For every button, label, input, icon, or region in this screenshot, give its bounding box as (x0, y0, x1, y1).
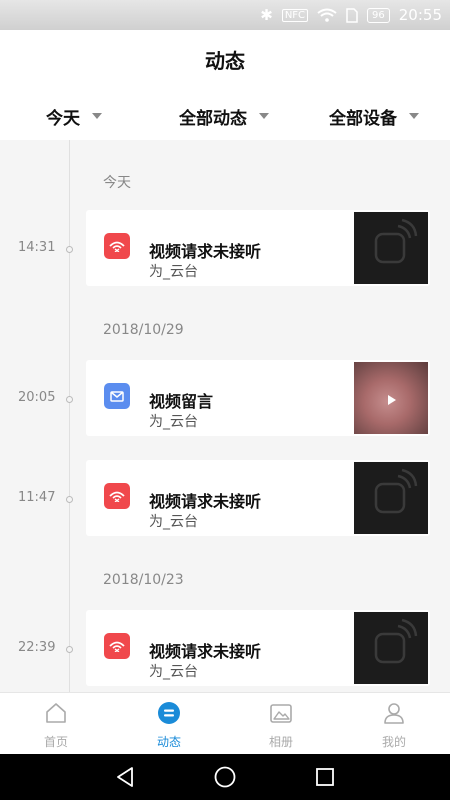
timeline-dot (66, 396, 73, 403)
page-title: 动态 (205, 49, 245, 73)
system-nav-bar (0, 754, 450, 800)
play-icon (388, 395, 396, 405)
status-icons: ✱ NFC 96 20:55 (260, 6, 442, 24)
filter-date-label: 今天 (46, 108, 80, 129)
filter-event-type-label: 全部动态 (179, 108, 247, 129)
tab-home[interactable]: 首页 (16, 693, 96, 755)
event-device: 为_云台 (149, 414, 198, 430)
event-time: 14:31 (18, 240, 56, 255)
event-title: 视频留言 (149, 392, 214, 411)
activity-icon (158, 702, 180, 724)
timeline-dot (66, 246, 73, 253)
tab-activity-label: 动态 (156, 735, 181, 749)
event-time: 22:39 (18, 640, 56, 655)
event-card[interactable]: 视频请求未接听 为_云台 (86, 210, 430, 286)
tab-home-label: 首页 (43, 735, 68, 749)
event-timeline[interactable]: 今天 14:31 视频请求未接听 为_云台 2018/10/29 20:05 视… (0, 140, 450, 692)
camera-placeholder-thumbnail[interactable] (354, 462, 428, 534)
timeline-dot (66, 496, 73, 503)
tab-activity[interactable]: 动态 (129, 693, 209, 755)
date-header: 2018/10/23 (103, 572, 184, 588)
wifi-icon (317, 8, 337, 22)
filter-device[interactable]: 全部设备 (329, 92, 419, 140)
event-card[interactable]: 视频留言 为_云台 (86, 360, 430, 436)
profile-icon (384, 703, 404, 724)
event-card[interactable]: 视频请求未接听 为_云台 (86, 460, 430, 536)
caret-down-icon (259, 113, 269, 119)
missed-call-icon (104, 483, 130, 509)
album-icon (270, 704, 292, 723)
filter-device-label: 全部设备 (329, 108, 397, 129)
filter-bar: 今天 全部动态 全部设备 (0, 92, 450, 140)
event-time: 20:05 (18, 390, 56, 405)
camera-logo-icon (374, 218, 418, 264)
caret-down-icon (92, 113, 102, 119)
home-button-icon[interactable] (213, 765, 237, 789)
event-device: 为_云台 (149, 514, 198, 530)
battery-icon: 96 (367, 7, 390, 23)
title-bar: 动态 (0, 30, 450, 92)
missed-call-icon (104, 233, 130, 259)
clock: 20:55 (398, 6, 442, 24)
caret-down-icon (409, 113, 419, 119)
timeline-dot (66, 646, 73, 653)
sim-icon (346, 7, 358, 23)
recent-apps-icon[interactable] (313, 765, 337, 789)
filter-event-type[interactable]: 全部动态 (179, 92, 269, 140)
event-title: 视频请求未接听 (149, 492, 262, 511)
event-title: 视频请求未接听 (149, 242, 262, 261)
bluetooth-icon: ✱ (260, 6, 273, 24)
camera-placeholder-thumbnail[interactable] (354, 612, 428, 684)
nfc-icon: NFC (281, 8, 309, 22)
video-thumbnail[interactable] (354, 362, 428, 434)
event-row: 14:31 视频请求未接听 为_云台 (0, 210, 450, 286)
tab-album-label: 相册 (268, 735, 293, 749)
tab-profile[interactable]: 我的 (354, 693, 434, 755)
camera-placeholder-thumbnail[interactable] (354, 212, 428, 284)
event-title: 视频请求未接听 (149, 642, 262, 661)
home-icon (46, 703, 66, 723)
missed-call-icon (104, 633, 130, 659)
camera-logo-icon (374, 468, 418, 514)
filter-date[interactable]: 今天 (46, 92, 102, 140)
tab-album[interactable]: 相册 (241, 693, 321, 755)
event-device: 为_云台 (149, 664, 198, 680)
event-time: 11:47 (18, 490, 56, 505)
back-icon[interactable] (113, 765, 137, 789)
event-row: 11:47 视频请求未接听 为_云台 (0, 460, 450, 536)
video-message-icon (104, 383, 130, 409)
event-card[interactable]: 视频请求未接听 为_云台 (86, 610, 430, 686)
date-header: 2018/10/29 (103, 322, 184, 338)
status-bar: ✱ NFC 96 20:55 (0, 0, 450, 30)
camera-logo-icon (374, 618, 418, 664)
bottom-tab-bar: 首页 动态 相册 我的 (0, 692, 450, 755)
tab-profile-label: 我的 (381, 735, 406, 749)
event-row: 20:05 视频留言 为_云台 (0, 360, 450, 436)
date-header: 今天 (103, 175, 131, 191)
event-device: 为_云台 (149, 264, 198, 280)
event-row: 22:39 视频请求未接听 为_云台 (0, 610, 450, 686)
